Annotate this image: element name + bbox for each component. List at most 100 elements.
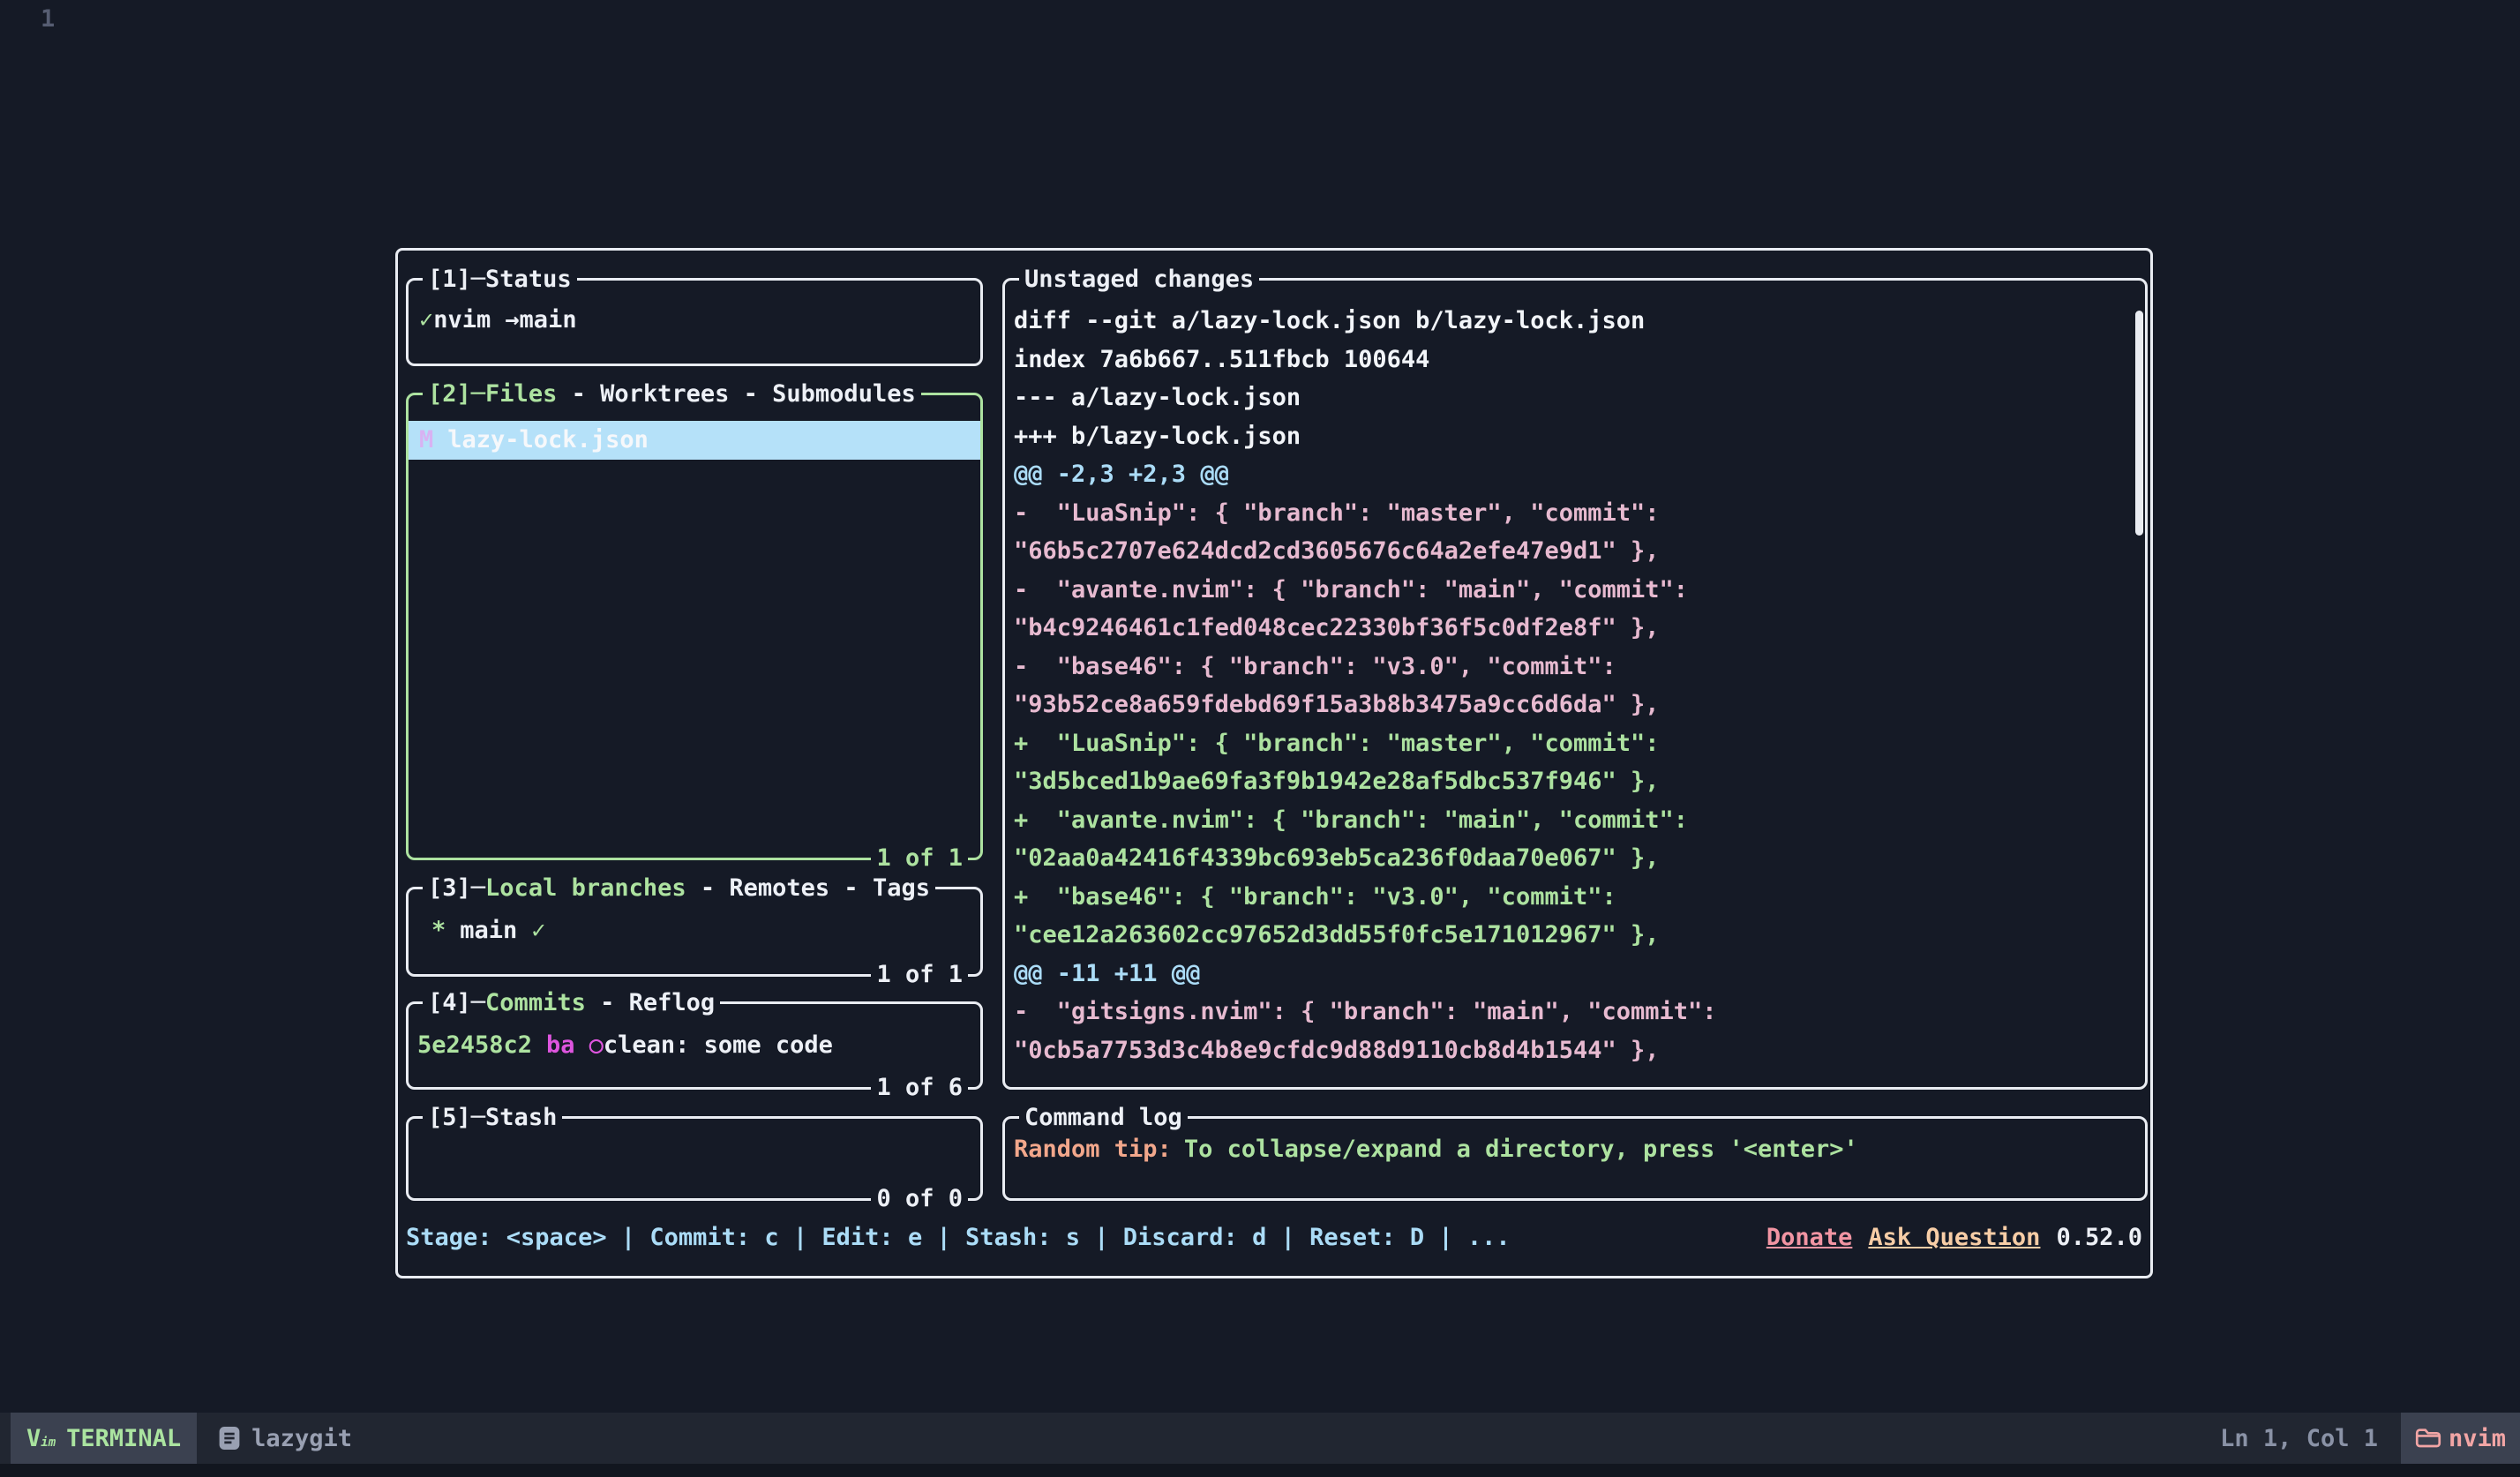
diff-line[interactable]: - "base46": { "branch": "v3.0", "commit"… [1014,648,2145,686]
diff-line[interactable]: - "LuaSnip": { "branch": "master", "comm… [1014,494,2145,533]
title-separator: ─ [470,874,486,902]
tabs-remotes-tags[interactable]: - Remotes - Tags [686,874,930,902]
commits-panel[interactable]: [4]─Commits - Reflog 5e2458c2 ba ○clean: s… [406,985,983,1106]
tab-local-branches[interactable]: Local branches [485,874,686,902]
diff-line[interactable]: "66b5c2707e624dcd2cd3605676c64a2efe47e9d… [1014,532,2145,571]
branches-panel-count: 1 of 1 [871,956,968,993]
file-name: lazy-lock.json [447,426,649,454]
stash-panel-title: [5]─Stash [423,1099,563,1136]
current-branch-marker: * [431,917,446,944]
diff-line[interactable]: "3d5bced1b9ae69fa3f9b1942e28af5dbc537f94… [1014,762,2145,801]
files-panel-number: [2] [428,380,471,408]
tab-reflog[interactable]: - Reflog [586,989,715,1016]
key-hints: Stage: <space> | Commit: c | Edit: e | S… [406,1224,1511,1251]
stash-panel-label: Stash [485,1104,558,1131]
status-row[interactable]: ✓nvim →main [409,302,980,339]
statusline-cwd-segment: nvim [2400,1413,2520,1464]
commit-message: clean: some code [603,1031,833,1059]
status-panel-number: [1] [428,266,471,293]
cwd-name: nvim [2448,1424,2506,1452]
folder-icon [2415,1428,2441,1448]
check-icon: ✓ [419,306,434,334]
statusline-file-segment: lazygit [218,1413,352,1464]
files-panel-title: [2]─Files - Worktrees - Submodules [423,376,921,413]
diff-line[interactable]: @@ -2,3 +2,3 @@ [1014,455,2145,494]
commit-circle-icon: ○ [589,1031,604,1059]
title-separator: ─ [470,266,486,293]
tab-files[interactable]: Files [485,380,557,408]
command-line [0,1464,2520,1477]
file-status-char: M [419,426,434,454]
commit-hash: 5e2458c2 [417,1031,533,1059]
branches-panel-title: [3]─Local branches - Remotes - Tags [423,870,935,907]
command-log-label: Command log [1024,1104,1182,1131]
diff-scrollbar[interactable] [2135,311,2143,536]
diff-line[interactable]: @@ -11 +11 @@ [1014,955,2145,993]
keybar-right: Donate Ask Question 0.52.0 [1766,1219,2142,1256]
donate-link[interactable]: Donate [1766,1219,1853,1256]
random-tip-label: Random tip: [1014,1136,1172,1163]
commits-panel-number: [4] [428,989,471,1016]
status-panel-label: Status [485,266,572,293]
title-separator: ─ [470,1104,486,1131]
commits-panel-title: [4]─Commits - Reflog [423,985,721,1022]
vim-icon: Vim [26,1424,56,1452]
ask-question-link[interactable]: Ask Question [1868,1219,2040,1256]
files-panel[interactable]: [2]─Files - Worktrees - Submodules Mlazy… [406,376,983,877]
stash-panel-count: 0 of 0 [871,1181,968,1218]
terminal-buffer-icon [219,1427,240,1450]
diff-line[interactable]: --- a/lazy-lock.json [1014,379,2145,417]
editor-screen: 1 [1]─Status ✓nvim →main [2]─Files - Work… [0,0,2520,1477]
diff-line[interactable]: + "avante.nvim": { "branch": "main", "co… [1014,801,2145,840]
current-branch: →main [505,306,577,334]
stash-panel-number: [5] [428,1104,471,1131]
diff-line[interactable]: "cee12a263602cc97652d3dd55f0fc5e17101296… [1014,916,2145,955]
random-tip-row: Random tip: To collapse/expand a director… [1005,1131,2145,1168]
lazygit-floating-window: [1]─Status ✓nvim →main [2]─Files - Worktr… [395,248,2153,1278]
tab-commits[interactable]: Commits [485,989,586,1016]
buffer-line-number: 1 [41,5,56,33]
status-panel-title: [1]─Status [423,261,577,298]
statusline: Vim TERMINAL lazygit Ln 1, Col 1 nvim [0,1413,2520,1464]
mode-label: TERMINAL [66,1424,182,1452]
diff-line[interactable]: + "LuaSnip": { "branch": "master", "comm… [1014,724,2145,763]
title-separator: ─ [470,989,486,1016]
branches-panel-number: [3] [428,874,471,902]
diff-line[interactable]: "0cb5a7753d3c4b8e9cfdc9d88d9110cb8d4b154… [1014,1031,2145,1070]
commit-row[interactable]: 5e2458c2 ba ○clean: some code [409,1027,980,1064]
commit-author: ba [546,1031,575,1059]
diff-line[interactable]: index 7a6b667..511fbcb 100644 [1014,341,2145,379]
diff-line[interactable]: +++ b/lazy-lock.json [1014,417,2145,456]
branch-row[interactable]: * main ✓ [409,912,980,949]
status-panel[interactable]: [1]─Status ✓nvim →main [406,261,983,366]
diff-line[interactable]: - "gitsigns.nvim": { "branch": "main", "… [1014,993,2145,1031]
unstaged-changes-label: Unstaged changes [1024,266,1255,293]
diff-line[interactable]: "02aa0a42416f4339bc693eb5ca236f0daa70e06… [1014,839,2145,878]
file-row-selected[interactable]: Mlazy-lock.json [409,421,980,460]
diff-line[interactable]: diff --git a/lazy-lock.json b/lazy-lock.… [1014,302,2145,341]
tabs-worktrees-submodules[interactable]: - Worktrees - Submodules [557,380,916,408]
diff-line[interactable]: "93b52ce8a659fdebd69f15a3b8b3475a9cc6d6d… [1014,686,2145,724]
keybinding-bar: Stage: <space> | Commit: c | Edit: e | S… [406,1219,2142,1256]
title-separator: ─ [470,380,486,408]
unstaged-changes-panel[interactable]: Unstaged changes diff --git a/lazy-lock.… [1002,261,2148,1090]
diff-line[interactable]: + "base46": { "branch": "v3.0", "commit"… [1014,878,2145,917]
cursor-position: Ln 1, Col 1 [2220,1424,2378,1452]
command-log-title: Command log [1019,1099,1188,1136]
repo-name: nvim [433,306,491,334]
commits-panel-count: 1 of 6 [871,1069,968,1106]
unstaged-changes-title: Unstaged changes [1019,261,1260,298]
diff-line[interactable]: "b4c9246461c1fed048cec22330bf36f5c0df2e8… [1014,609,2145,648]
statusline-right: Ln 1, Col 1 nvim [2220,1413,2520,1464]
diff-view: diff --git a/lazy-lock.json b/lazy-lock.… [1005,281,2145,1069]
statusline-mode-segment: Vim TERMINAL [11,1413,198,1464]
lazygit-version: 0.52.0 [2056,1224,2142,1251]
command-log-panel[interactable]: Command log Random tip: To collapse/expan… [1002,1099,2148,1201]
branch-name: main [460,917,518,944]
buffer-name: lazygit [251,1424,352,1452]
stash-panel[interactable]: [5]─Stash 0 of 0 [406,1099,983,1218]
branches-panel[interactable]: [3]─Local branches - Remotes - Tags * mai… [406,870,983,993]
random-tip-text: To collapse/expand a directory, press '<… [1183,1136,1858,1163]
diff-line[interactable]: - "avante.nvim": { "branch": "main", "co… [1014,571,2145,610]
check-icon: ✓ [531,917,546,944]
